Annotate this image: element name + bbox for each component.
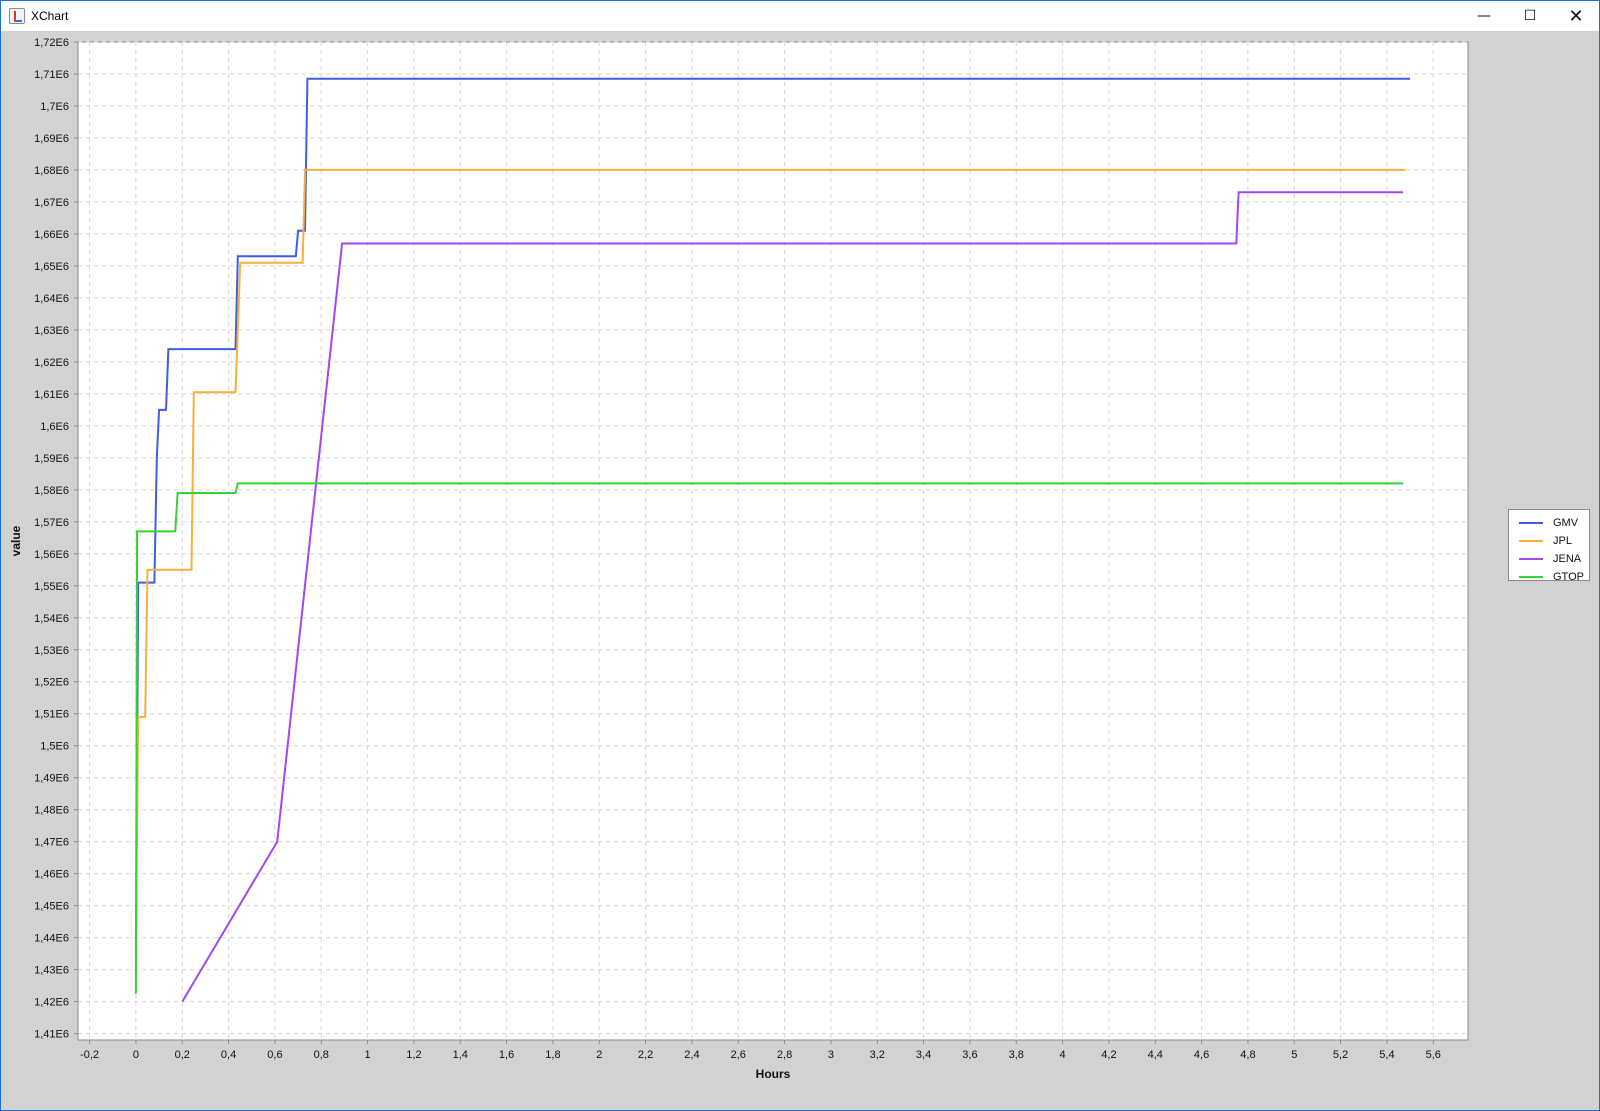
y-tick-label: 1,65E6 <box>34 261 69 273</box>
y-tick-label: 1,63E6 <box>34 325 69 337</box>
legend-item-jena: JENA <box>1519 550 1589 568</box>
legend-swatch <box>1519 540 1543 542</box>
y-tick-label: 1,53E6 <box>34 645 69 657</box>
x-tick-label: 3,2 <box>870 1049 885 1061</box>
legend-label: JENA <box>1553 553 1582 565</box>
x-tick-label: 0,4 <box>221 1049 236 1061</box>
minimize-button[interactable]: — <box>1461 1 1507 31</box>
x-tick-label: 0,8 <box>314 1049 329 1061</box>
x-tick-label: 5,2 <box>1333 1049 1348 1061</box>
y-tick-label: 1,49E6 <box>34 773 69 785</box>
app-window: XChart — ☐ ✕ 1,41E6 1,42E6 1,43E6 1,44E6 1,4… <box>0 0 1600 1111</box>
y-tick-label: 1,61E6 <box>34 389 69 401</box>
x-tick-label: 3,8 <box>1009 1049 1024 1061</box>
x-tick-label: 5 <box>1291 1049 1297 1061</box>
y-tick-label: 1,64E6 <box>34 293 69 305</box>
y-tick-label: 1,67E6 <box>34 197 69 209</box>
x-tick-label: 2,6 <box>731 1049 746 1061</box>
x-tick-label: 1,2 <box>406 1049 421 1061</box>
x-tick-label: 1,4 <box>453 1049 468 1061</box>
x-tick-label: 3,4 <box>916 1049 931 1061</box>
java-app-icon <box>9 8 25 24</box>
x-tick-label: 0 <box>133 1049 139 1061</box>
y-tick-label: 1,56E6 <box>34 549 69 561</box>
y-tick-label: 1,47E6 <box>34 837 69 849</box>
y-tick-label: 1,69E6 <box>34 133 69 145</box>
x-tick-label: -0,2 <box>80 1049 99 1061</box>
y-tick-label: 1,51E6 <box>34 709 69 721</box>
y-tick-label: 1,71E6 <box>34 69 69 81</box>
x-tick-label: 1,6 <box>499 1049 514 1061</box>
y-tick-label: 1,6E6 <box>40 421 69 433</box>
legend-label: JPL <box>1553 535 1572 547</box>
x-tick-label: 4,8 <box>1240 1049 1255 1061</box>
x-tick-label: 0,6 <box>267 1049 282 1061</box>
y-tick-label: 1,42E6 <box>34 997 69 1009</box>
y-tick-label: 1,44E6 <box>34 933 69 945</box>
y-tick-label: 1,52E6 <box>34 677 69 689</box>
y-tick-label: 1,41E6 <box>34 1029 69 1041</box>
legend-item-jpl: JPL <box>1519 532 1589 550</box>
y-tick-label: 1,48E6 <box>34 805 69 817</box>
y-tick-label: 1,59E6 <box>34 453 69 465</box>
y-tick-label: 1,57E6 <box>34 517 69 529</box>
legend-swatch <box>1519 576 1543 578</box>
legend-swatch <box>1519 522 1543 524</box>
line-chart: 1,41E6 1,42E6 1,43E6 1,44E6 1,45E6 1,46E6 1,47… <box>9 37 1469 1081</box>
x-tick-label: 3 <box>828 1049 834 1061</box>
chart-legend: GMV JPL JENA GTOP <box>1508 509 1590 583</box>
y-tick-label: 1,58E6 <box>34 485 69 497</box>
y-tick-label: 1,7E6 <box>40 101 69 113</box>
x-tick-label: 1 <box>365 1049 371 1061</box>
legend-label: GMV <box>1553 517 1579 529</box>
legend-label: GTOP <box>1553 571 1584 583</box>
x-tick-label: 2,8 <box>777 1049 792 1061</box>
y-tick-label: 1,43E6 <box>34 965 69 977</box>
y-tick-label: 1,62E6 <box>34 357 69 369</box>
x-tick-label: 1,8 <box>545 1049 560 1061</box>
legend-item-gtop: GTOP <box>1519 568 1589 586</box>
y-axis-title: value <box>9 525 23 556</box>
x-tick-label: 4,2 <box>1101 1049 1116 1061</box>
y-tick-label: 1,46E6 <box>34 869 69 881</box>
chart-panel: 1,41E6 1,42E6 1,43E6 1,44E6 1,45E6 1,46E6 1,47… <box>2 31 1598 1110</box>
x-tick-label: 5,4 <box>1379 1049 1394 1061</box>
y-tick-label: 1,68E6 <box>34 165 69 177</box>
x-tick-label: 0,2 <box>175 1049 190 1061</box>
close-button[interactable]: ✕ <box>1553 1 1599 31</box>
y-tick-label: 1,66E6 <box>34 229 69 241</box>
x-axis-title: Hours <box>756 1067 791 1081</box>
y-tick-label: 1,72E6 <box>34 37 69 49</box>
window-title: XChart <box>31 9 69 23</box>
x-tick-label: 4 <box>1060 1049 1066 1061</box>
x-tick-label: 4,6 <box>1194 1049 1209 1061</box>
legend-swatch <box>1519 558 1543 560</box>
y-tick-label: 1,5E6 <box>40 741 69 753</box>
x-tick-label: 5,6 <box>1426 1049 1441 1061</box>
title-bar[interactable]: XChart — ☐ ✕ <box>1 1 1599 31</box>
y-tick-label: 1,45E6 <box>34 901 69 913</box>
y-tick-label: 1,55E6 <box>34 581 69 593</box>
window-controls: — ☐ ✕ <box>1461 1 1599 31</box>
maximize-button[interactable]: ☐ <box>1507 1 1553 31</box>
x-tick-label: 4,4 <box>1148 1049 1163 1061</box>
x-tick-label: 2,4 <box>684 1049 699 1061</box>
x-tick-label: 3,6 <box>962 1049 977 1061</box>
legend-item-gmv: GMV <box>1519 514 1589 532</box>
x-tick-label: 2 <box>596 1049 602 1061</box>
x-tick-label: 2,2 <box>638 1049 653 1061</box>
y-tick-label: 1,54E6 <box>34 613 69 625</box>
